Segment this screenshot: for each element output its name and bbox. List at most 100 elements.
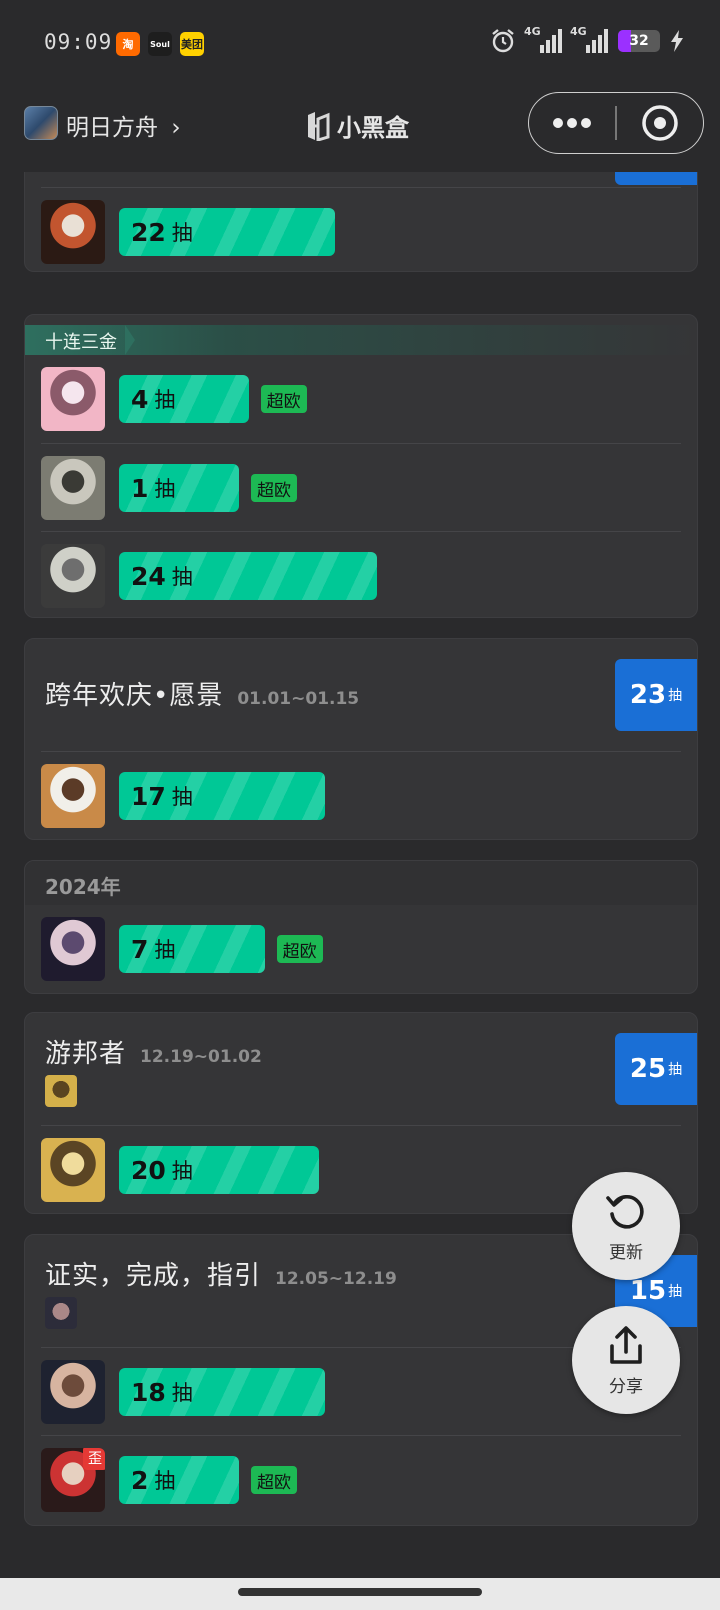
ten-pull-card: 十连三金 4 抽超欧 1 抽超欧 24 抽 xyxy=(24,314,698,618)
banner-date: 12.19~01.02 xyxy=(140,1047,262,1067)
game-selector[interactable]: 明日方舟 › xyxy=(66,108,181,142)
lucky-badge: 超欧 xyxy=(276,935,323,963)
operator-avatar[interactable] xyxy=(41,764,105,828)
lucky-badge: 超欧 xyxy=(251,1466,297,1494)
banner-operator-avatar xyxy=(45,1075,77,1107)
operator-avatar[interactable] xyxy=(41,1138,105,1202)
banner-name: 跨年欢庆•愿景 xyxy=(45,681,224,711)
operator-avatar[interactable]: 歪 xyxy=(41,1448,105,1512)
pull-count: 20 xyxy=(131,1155,166,1185)
lucky-badge: 超欧 xyxy=(260,385,307,413)
banner-count-box: 25 抽 xyxy=(615,1033,697,1105)
pull-count-bar: 7抽 xyxy=(119,925,265,973)
pull-unit: 抽 xyxy=(154,938,176,962)
banner-total: 25 xyxy=(629,1054,667,1084)
status-time: 09:09 xyxy=(44,30,113,54)
signal-icon-2: 4G xyxy=(570,25,608,53)
banner-card: 跨年欢庆•愿景 01.01~01.15 23 抽 17 抽 xyxy=(24,638,698,840)
charging-icon xyxy=(671,30,683,52)
operator-avatar[interactable] xyxy=(41,917,105,981)
pull-count: 4 xyxy=(131,384,149,414)
share-icon xyxy=(610,1325,642,1364)
pull-count: 22 xyxy=(131,217,166,247)
close-button[interactable] xyxy=(617,93,703,153)
year-label: 2024年 xyxy=(45,875,121,899)
operator-avatar[interactable] xyxy=(41,544,105,608)
share-label: 分享 xyxy=(609,1376,643,1397)
heybox-logo-icon xyxy=(308,111,330,141)
banner-total-unit: 抽 xyxy=(668,1284,683,1300)
operator-avatar[interactable] xyxy=(41,200,105,264)
banner-total-unit: 抽 xyxy=(668,1062,683,1078)
pull-unit: 抽 xyxy=(154,1469,176,1493)
pull-unit: 抽 xyxy=(154,388,176,412)
banner-title: 证实，完成，指引 12.05~12.19 xyxy=(45,1255,397,1292)
banner-date: 12.05~12.19 xyxy=(275,1269,397,1289)
battery-icon: 32 xyxy=(618,30,660,52)
pull-count: 2 xyxy=(131,1465,149,1495)
pull-row: 歪 2 抽超欧 xyxy=(41,1435,681,1524)
pull-count-bar: 2抽 xyxy=(119,1456,239,1504)
game-avatar[interactable] xyxy=(24,106,58,140)
banner-count-box: 23 抽 xyxy=(615,659,697,731)
pull-unit: 抽 xyxy=(171,221,193,245)
pull-unit: 抽 xyxy=(171,785,193,809)
lucky-badge: 超欧 xyxy=(251,474,297,502)
refresh-button[interactable]: 更新 xyxy=(572,1172,680,1280)
operator-avatar[interactable] xyxy=(41,1360,105,1424)
operator-avatar[interactable] xyxy=(41,456,105,520)
pull-count-bar: 24 抽 xyxy=(119,552,377,600)
operator-avatar[interactable] xyxy=(41,367,105,431)
more-button[interactable] xyxy=(529,93,615,153)
pull-unit: 抽 xyxy=(154,477,176,501)
chevron-right-icon: › xyxy=(171,115,181,141)
nav-title: 小黑盒 xyxy=(337,114,409,142)
status-icons: 4G 4G 32 xyxy=(490,25,684,54)
gesture-bar xyxy=(0,1578,720,1610)
banner-total: 15 xyxy=(629,1276,667,1306)
ten-pull-tag-label: 十连三金 xyxy=(45,332,117,353)
pull-count-bar: 20 抽 xyxy=(119,1146,319,1194)
pull-row: 1 抽超欧 xyxy=(41,443,681,532)
home-indicator[interactable] xyxy=(238,1588,482,1596)
pull-count-bar: 1抽 xyxy=(119,464,239,512)
banner-title: 跨年欢庆•愿景 01.01~01.15 xyxy=(45,675,359,712)
banner-card: 22 抽 xyxy=(24,172,698,272)
signal-icon: 4G xyxy=(524,25,562,53)
status-bar: 09:09 淘 Soul 美团 4G 4G 32 xyxy=(0,0,720,88)
ten-pull-tag: 十连三金 xyxy=(25,325,697,355)
pull-unit: 抽 xyxy=(171,1381,193,1405)
share-button[interactable]: 分享 xyxy=(572,1306,680,1414)
target-close-icon xyxy=(642,105,678,141)
game-name: 明日方舟 xyxy=(66,115,158,141)
banner-name: 证实，完成，指引 xyxy=(45,1261,262,1291)
banner-date: 01.01~01.15 xyxy=(237,689,360,709)
pull-unit: 抽 xyxy=(171,565,193,589)
pull-count: 18 xyxy=(131,1377,166,1407)
banner-total-unit: 抽 xyxy=(668,688,683,704)
app-logo: 小黑盒 xyxy=(305,108,409,143)
pull-row: 4 抽 超欧 xyxy=(41,355,681,443)
off-banner-badge: 歪 xyxy=(83,1448,105,1470)
year-header: 2024年 xyxy=(25,861,697,905)
pull-count-bar: 22 抽 xyxy=(119,208,335,256)
banner-total: 23 xyxy=(629,680,667,710)
pull-count-bar: 18 抽 xyxy=(119,1368,326,1416)
pull-count-bar: 17 抽 xyxy=(119,772,326,820)
pull-row: 22 抽 xyxy=(41,187,681,271)
nav-bar: 明日方舟 › 小黑盒 xyxy=(0,88,720,172)
refresh-label: 更新 xyxy=(609,1242,643,1263)
banner-operator-avatar xyxy=(45,1297,77,1329)
pull-unit: 抽 xyxy=(171,1159,193,1183)
pull-row: 24 抽 xyxy=(41,531,681,617)
pull-count: 17 xyxy=(131,781,166,811)
notification-app-icon: Soul xyxy=(148,32,172,56)
banner-title: 游邦者 12.19~01.02 xyxy=(45,1033,262,1070)
banner-name: 游邦者 xyxy=(45,1039,127,1069)
pull-count: 7 xyxy=(131,934,149,964)
miniprogram-capsule xyxy=(528,92,704,154)
pull-row: 17 抽 xyxy=(41,751,681,839)
tag-notch xyxy=(125,325,135,355)
alarm-icon xyxy=(492,29,514,53)
pull-count: 1 xyxy=(131,473,149,503)
